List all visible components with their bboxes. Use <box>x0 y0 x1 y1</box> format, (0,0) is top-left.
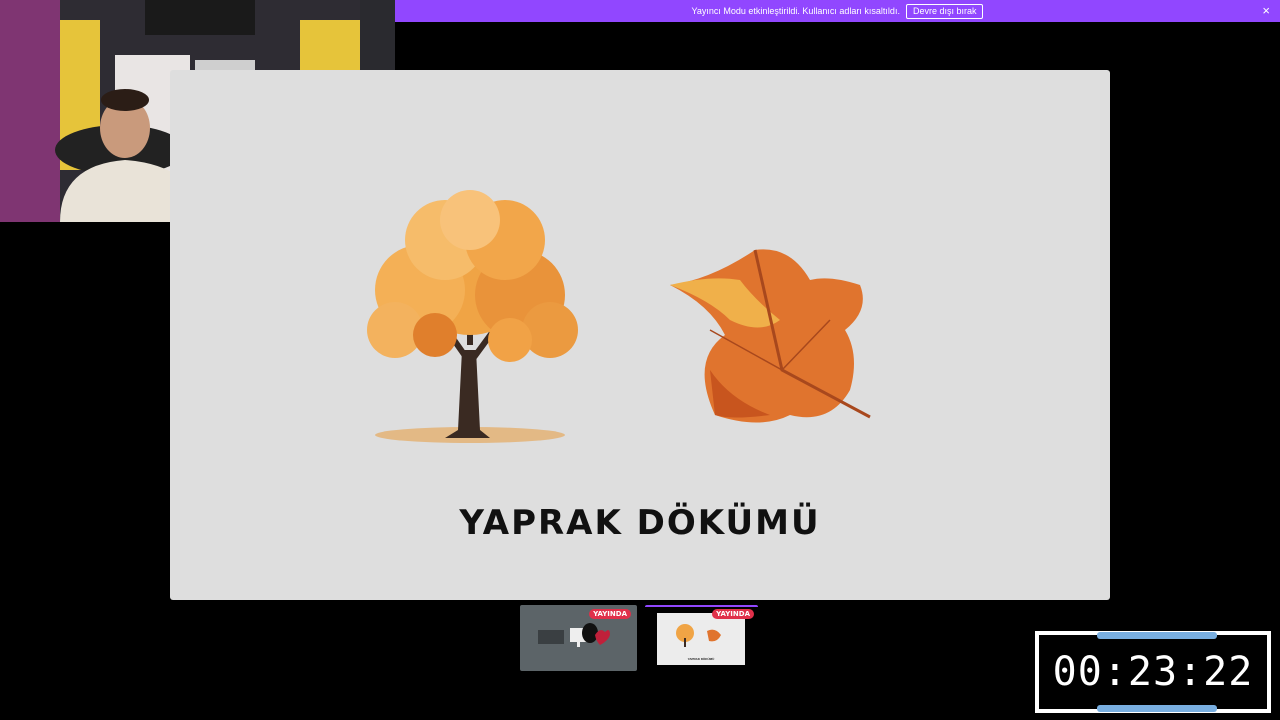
timer-value: 00:23:22 <box>1052 649 1254 695</box>
scene-preview-title: YAPRAK DÖKÜMÜ <box>687 657 715 661</box>
close-icon[interactable]: × <box>1262 3 1270 18</box>
presentation-slide: YAPRAK DÖKÜMÜ <box>170 70 1110 600</box>
banner-message: Yayıncı Modu etkinleştirildi. Kullanıcı … <box>691 6 900 16</box>
stream-timer: 00:23:22 <box>1035 631 1271 713</box>
slide-title: YAPRAK DÖKÜMÜ <box>459 503 821 543</box>
autumn-tree-illustration <box>367 190 578 443</box>
disable-button[interactable]: Devre dışı bırak <box>905 3 984 19</box>
autumn-leaf-illustration <box>670 249 871 423</box>
scene-thumbnail-2[interactable]: YAPRAK DÖKÜMÜ YAYINDA <box>645 605 758 673</box>
scene-preview: YAPRAK DÖKÜMÜ <box>657 613 745 665</box>
timer-bottom-bar <box>1097 705 1217 712</box>
live-badge: YAYINDA <box>589 609 631 619</box>
streamer-mode-banner: Yayıncı Modu etkinleştirildi. Kullanıcı … <box>395 0 1280 22</box>
scene-thumbnail-1[interactable]: YAYINDA <box>520 605 637 671</box>
live-badge: YAYINDA <box>712 609 754 619</box>
timer-top-bar <box>1097 632 1217 639</box>
